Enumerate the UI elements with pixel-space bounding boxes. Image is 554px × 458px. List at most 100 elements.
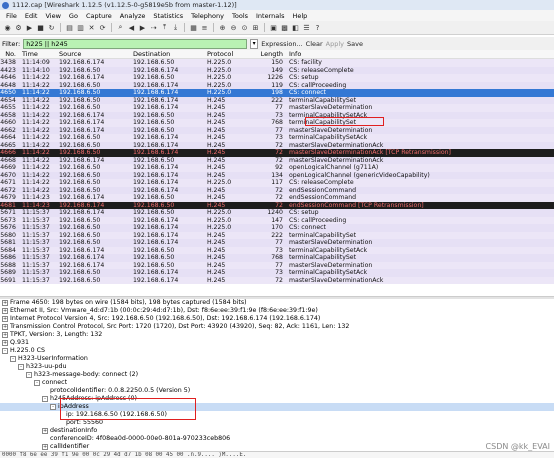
help-icon[interactable]: ? xyxy=(313,23,322,32)
autoscroll-icon[interactable]: ≡ xyxy=(200,23,209,32)
expand-icon[interactable]: + xyxy=(2,324,8,330)
go-last-icon[interactable]: ⤓ xyxy=(171,23,180,32)
packet-row[interactable]: 4668 11:14:22 192.168.6.174 192.168.6.50 H.2… xyxy=(0,156,554,164)
expand-icon[interactable]: + xyxy=(42,428,48,434)
packet-row[interactable]: 4650 11:14:22 192.168.6.50 192.168.6.174 H.2… xyxy=(0,89,554,97)
packet-row[interactable]: 4658 11:14:22 192.168.6.174 192.168.6.50 H.2… xyxy=(0,111,554,119)
column-header-info[interactable]: Info xyxy=(285,50,554,58)
detail-tree-row[interactable]: conferenceID: 4f08ea0d-0000-00e0-801a-97… xyxy=(0,435,554,443)
packet-row[interactable]: 5680 11:15:37 192.168.6.50 192.168.6.174 H.2… xyxy=(0,231,554,239)
packet-row[interactable]: 4654 11:14:22 192.168.6.50 192.168.6.174 H.2… xyxy=(0,96,554,104)
detail-tree-row[interactable]: - H323-UserInformation xyxy=(0,355,554,363)
column-header-source[interactable]: Source xyxy=(57,50,131,58)
menu-help[interactable]: Help xyxy=(288,12,311,20)
packet-row[interactable]: 4655 11:14:22 192.168.6.50 192.168.6.174 H.2… xyxy=(0,104,554,112)
collapse-icon[interactable]: - xyxy=(34,380,40,386)
menu-statistics[interactable]: Statistics xyxy=(149,12,187,20)
find-packet-icon[interactable]: ⌕ xyxy=(116,23,125,32)
detail-tree-row[interactable]: - connect xyxy=(0,379,554,387)
go-to-packet-icon[interactable]: ⇢ xyxy=(149,23,158,32)
packet-row[interactable]: 4666 11:14:22 192.168.6.50 192.168.6.174 H.2… xyxy=(0,149,554,157)
save-filter-button[interactable]: Save xyxy=(347,40,363,48)
packet-row[interactable]: 5689 11:15:37 192.168.6.50 192.168.6.174 H.2… xyxy=(0,269,554,277)
packet-row[interactable]: 5676 11:15:37 192.168.6.50 192.168.6.174 H.2… xyxy=(0,224,554,232)
capture-filters-icon[interactable]: ▣ xyxy=(269,23,278,32)
menu-capture[interactable]: Capture xyxy=(82,12,116,20)
expand-icon[interactable]: + xyxy=(2,308,8,314)
collapse-icon[interactable]: - xyxy=(50,404,56,410)
detail-tree-row[interactable]: + Frame 4650: 198 bytes on wire (1584 bit… xyxy=(0,299,554,307)
expression-button[interactable]: Expression... xyxy=(261,40,302,48)
detail-tree-row[interactable]: + Transmission Control Protocol, Src Port… xyxy=(0,323,554,331)
clear-button[interactable]: Clear xyxy=(306,40,323,48)
collapse-icon[interactable]: - xyxy=(10,356,16,362)
detail-tree-row[interactable]: - h323-message-body: connect (2) xyxy=(0,371,554,379)
menu-edit[interactable]: Edit xyxy=(21,12,42,20)
packet-row[interactable]: 5686 11:15:37 192.168.6.174 192.168.6.50 H.2… xyxy=(0,254,554,262)
packet-row[interactable]: 4662 11:14:22 192.168.6.174 192.168.6.50 H.2… xyxy=(0,126,554,134)
reload-icon[interactable]: ⟳ xyxy=(98,23,107,32)
stop-capture-icon[interactable]: ■ xyxy=(36,23,45,32)
zoom-normal-icon[interactable]: ⊙ xyxy=(240,23,249,32)
column-header-time[interactable]: Time xyxy=(18,50,57,58)
detail-tree-row[interactable]: + TPKT, Version: 3, Length: 132 xyxy=(0,331,554,339)
packet-row[interactable]: 4669 11:14:22 192.168.6.50 192.168.6.174 H.2… xyxy=(0,164,554,172)
filter-dropdown-icon[interactable]: ▾ xyxy=(250,38,259,49)
start-capture-icon[interactable]: ▶ xyxy=(25,23,34,32)
detail-tree-row[interactable]: port: 55560 xyxy=(0,419,554,427)
packet-row[interactable]: 4664 11:14:22 192.168.6.50 192.168.6.174 H.2… xyxy=(0,134,554,142)
menu-file[interactable]: File xyxy=(2,12,21,20)
save-file-icon[interactable]: ▥ xyxy=(76,23,85,32)
packet-row[interactable]: 4660 11:14:22 192.168.6.174 192.168.6.50 H.2… xyxy=(0,119,554,127)
column-header-length[interactable]: Length xyxy=(249,50,285,58)
expand-icon[interactable]: + xyxy=(2,332,8,338)
go-forward-icon[interactable]: ▶ xyxy=(138,23,147,32)
packet-row[interactable]: 4679 11:14:23 192.168.6.174 192.168.6.50 H.2… xyxy=(0,194,554,202)
options-icon[interactable]: ⚙ xyxy=(14,23,23,32)
go-first-icon[interactable]: ⤒ xyxy=(160,23,169,32)
packet-row[interactable]: 4670 11:14:22 192.168.6.50 192.168.6.174 H.2… xyxy=(0,171,554,179)
detail-tree-row[interactable]: + callIdentifier xyxy=(0,443,554,451)
packet-row[interactable]: 5681 11:15:37 192.168.6.50 192.168.6.174 H.2… xyxy=(0,239,554,247)
packet-row[interactable]: 4681 11:14:23 192.168.6.174 192.168.6.50 H.2… xyxy=(0,201,554,209)
packet-row[interactable]: 5691 11:15:37 192.168.6.50 192.168.6.174 H.2… xyxy=(0,276,554,284)
detail-tree-row[interactable]: - h323-uu-pdu xyxy=(0,363,554,371)
menu-tools[interactable]: Tools xyxy=(228,12,252,20)
menu-go[interactable]: Go xyxy=(65,12,82,20)
detail-tree-row[interactable]: + Q.931 xyxy=(0,339,554,347)
packet-row[interactable]: 3438 11:14:09 192.168.6.174 192.168.6.50 H.2… xyxy=(0,59,554,67)
packet-row[interactable]: 5673 11:15:37 192.168.6.50 192.168.6.174 H.2… xyxy=(0,216,554,224)
preferences-icon[interactable]: ☰ xyxy=(302,23,311,32)
collapse-icon[interactable]: - xyxy=(2,348,8,354)
packet-row[interactable]: 5688 11:15:37 192.168.6.174 192.168.6.50 H.2… xyxy=(0,261,554,269)
menu-view[interactable]: View xyxy=(41,12,64,20)
open-file-icon[interactable]: ▤ xyxy=(65,23,74,32)
packet-row[interactable]: 4672 11:14:22 192.168.6.50 192.168.6.174 H.2… xyxy=(0,186,554,194)
zoom-out-icon[interactable]: ⊖ xyxy=(229,23,238,32)
packet-row[interactable]: 4648 11:14:22 192.168.6.50 192.168.6.174 H.2… xyxy=(0,81,554,89)
interfaces-icon[interactable]: ◉ xyxy=(3,23,12,32)
packet-row[interactable]: 4423 11:14:10 192.168.6.50 192.168.6.174 H.2… xyxy=(0,66,554,74)
detail-tree-row[interactable]: protocolIdentifier: 0.0.8.2250.0.5 (Vers… xyxy=(0,387,554,395)
detail-tree-row[interactable]: + destinationInfo xyxy=(0,427,554,435)
collapse-icon[interactable]: - xyxy=(26,372,32,378)
collapse-icon[interactable]: - xyxy=(42,396,48,402)
column-header-destination[interactable]: Destination xyxy=(131,50,205,58)
menu-telephony[interactable]: Telephony xyxy=(187,12,228,20)
coloring-rules-icon[interactable]: ◧ xyxy=(291,23,300,32)
expand-icon[interactable]: + xyxy=(42,444,48,450)
apply-button[interactable]: Apply xyxy=(326,40,344,48)
close-file-icon[interactable]: ✕ xyxy=(87,23,96,32)
column-header-no[interactable]: No. xyxy=(0,50,18,58)
column-header-protocol[interactable]: Protocol xyxy=(205,50,249,58)
expand-icon[interactable]: + xyxy=(2,340,8,346)
zoom-in-icon[interactable]: ⊕ xyxy=(218,23,227,32)
packet-row[interactable]: 5671 11:15:37 192.168.6.174 192.168.6.50 H.2… xyxy=(0,209,554,217)
packet-row[interactable]: 4646 11:14:22 192.168.6.174 192.168.6.50 H.2… xyxy=(0,74,554,82)
go-back-icon[interactable]: ◀ xyxy=(127,23,136,32)
packet-row[interactable]: 4665 11:14:22 192.168.6.50 192.168.6.174 H.2… xyxy=(0,141,554,149)
collapse-icon[interactable]: - xyxy=(18,364,24,370)
resize-columns-icon[interactable]: ⊞ xyxy=(251,23,260,32)
packet-row[interactable]: 4671 11:14:22 192.168.6.50 192.168.6.174 H.2… xyxy=(0,179,554,187)
restart-capture-icon[interactable]: ↻ xyxy=(47,23,56,32)
